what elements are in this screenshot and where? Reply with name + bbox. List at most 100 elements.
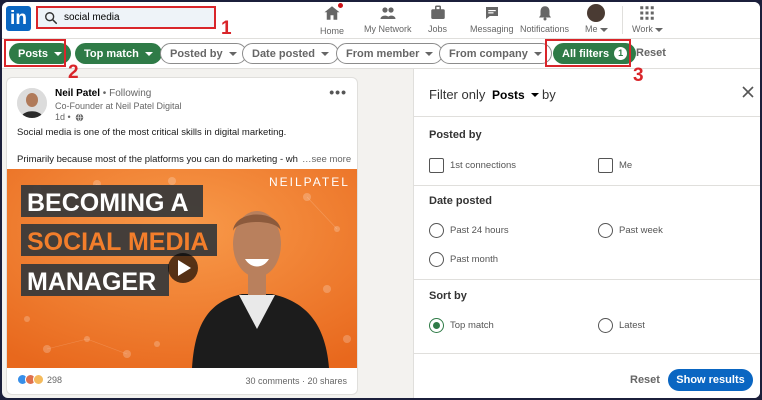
reactions-summary[interactable]: 298 — [17, 374, 62, 385]
thumbnail-artwork: NEILPATEL BECOMING A SOCIAL MEDIA MANAGE… — [7, 169, 357, 368]
section-posted-by-title: Posted by — [429, 129, 482, 141]
nav-notifications-label: Notifications — [520, 24, 570, 34]
thumbnail-line-1: BECOMING A — [27, 189, 189, 217]
author-avatar[interactable] — [17, 88, 47, 118]
messaging-icon — [485, 7, 498, 19]
nav-home-label: Home — [320, 26, 345, 36]
grid-icon — [640, 6, 655, 20]
chevron-down-icon — [425, 51, 434, 56]
panel-by-label: by — [542, 87, 556, 102]
section-divider — [414, 279, 760, 280]
post-timestamp: 1d • — [55, 112, 84, 122]
nav-my-network[interactable]: My Network — [364, 4, 412, 36]
section-sort-by-title: Sort by — [429, 290, 467, 302]
panel-filter-only-label: Filter only — [429, 87, 486, 102]
panel-reset-button[interactable]: Reset — [630, 374, 660, 386]
nav-me[interactable]: Me — [585, 4, 608, 36]
feed-post: Neil Patel • Following Co-Founder at Nei… — [6, 77, 358, 395]
post-more-options-icon[interactable]: ••• — [329, 84, 347, 100]
chevron-down-icon — [530, 93, 539, 97]
radio-latest[interactable] — [598, 318, 613, 333]
feed-gutter — [362, 77, 412, 395]
post-time-label: 1d • — [55, 112, 71, 122]
option-past-month-label: Past month — [450, 254, 499, 265]
home-notification-dot — [337, 2, 344, 9]
show-results-button[interactable]: Show results — [668, 369, 753, 391]
radio-past-week[interactable] — [598, 223, 613, 238]
thumbnail-line-2: SOCIAL MEDIA — [27, 228, 209, 256]
author-photo — [17, 88, 47, 118]
insightful-reaction-icon — [33, 374, 44, 385]
briefcase-icon — [430, 5, 445, 19]
nav-home[interactable]: Home — [320, 2, 345, 36]
annotation-number-3: 3 — [633, 65, 644, 86]
nav-jobs[interactable]: Jobs — [428, 4, 447, 36]
author-headline: Co-Founder at Neil Patel Digital — [55, 101, 182, 111]
option-me[interactable]: Me — [598, 158, 632, 173]
author-name[interactable]: Neil Patel — [55, 88, 100, 99]
linkedin-logo[interactable]: in — [6, 6, 31, 31]
filter-posted-by-label: Posted by — [170, 47, 223, 60]
option-latest[interactable]: Latest — [598, 318, 645, 333]
search-input[interactable] — [64, 12, 204, 23]
nav-work-wrap: Work — [632, 24, 663, 34]
nav-jobs-label: Jobs — [428, 24, 448, 34]
nav-work-label: Work — [632, 24, 653, 34]
thumbnail-line-3: MANAGER — [27, 268, 156, 296]
nav-me-wrap: Me — [585, 24, 608, 34]
option-past-week-label: Past week — [619, 225, 663, 236]
annotation-number-2: 2 — [68, 62, 79, 83]
option-latest-label: Latest — [619, 320, 645, 331]
option-past-24-hours[interactable]: Past 24 hours — [429, 223, 509, 238]
close-icon[interactable] — [741, 85, 755, 99]
radio-past-month[interactable] — [429, 252, 444, 267]
globe-icon — [75, 113, 83, 122]
checkbox-me[interactable] — [598, 158, 613, 173]
filter-from-company-label: From company — [449, 47, 528, 60]
chevron-down-icon — [320, 51, 329, 56]
reset-filters-link[interactable]: Reset — [636, 47, 666, 59]
post-text-line-2: Primarily because most of the platforms … — [17, 154, 298, 165]
filter-date-posted-label: Date posted — [252, 47, 315, 60]
option-1st-connections[interactable]: 1st connections — [429, 158, 516, 173]
filter-from-member[interactable]: From member — [336, 43, 444, 64]
nav-notifications[interactable]: Notifications — [520, 4, 569, 36]
panel-content-type-select[interactable]: Posts — [492, 88, 539, 102]
post-text-line-1: Social media is one of the most critical… — [17, 127, 287, 138]
option-past-week[interactable]: Past week — [598, 223, 663, 238]
search-icon — [45, 11, 58, 24]
filter-from-company[interactable]: From company — [439, 43, 552, 64]
top-navigation: in Home My Network Jobs Messaging — [2, 2, 760, 39]
section-date-posted-title: Date posted — [429, 195, 492, 207]
option-1st-connections-label: 1st connections — [450, 160, 517, 171]
radio-past-24-hours[interactable] — [429, 223, 444, 238]
search-box[interactable] — [36, 6, 216, 29]
avatar — [587, 4, 606, 22]
my-network-icon — [380, 7, 396, 19]
filter-posted-by[interactable]: Posted by — [160, 43, 247, 64]
filter-date-posted[interactable]: Date posted — [242, 43, 339, 64]
app-window: in Home My Network Jobs Messaging — [2, 2, 760, 398]
chevron-down-icon — [533, 51, 542, 56]
filter-top-match-label: Top match — [84, 47, 139, 60]
option-top-match-label: Top match — [450, 320, 494, 331]
play-icon[interactable] — [168, 253, 198, 283]
following-status: • Following — [100, 88, 152, 99]
see-more-link[interactable]: …see more — [302, 154, 351, 165]
panel-header: Filter only Posts by — [414, 69, 760, 117]
option-past-month[interactable]: Past month — [429, 252, 498, 267]
section-divider — [414, 185, 760, 186]
chevron-down-icon — [228, 51, 237, 56]
author-name-line: Neil Patel • Following — [55, 88, 151, 99]
post-video-thumbnail[interactable]: NEILPATEL BECOMING A SOCIAL MEDIA MANAGE… — [7, 169, 357, 368]
post-comment-share-stats[interactable]: 30 comments · 20 shares — [245, 376, 347, 386]
option-me-label: Me — [619, 160, 633, 171]
option-past-24-hours-label: Past 24 hours — [450, 225, 509, 236]
nav-messaging[interactable]: Messaging — [470, 4, 514, 36]
nav-work[interactable]: Work — [632, 4, 663, 36]
checkbox-1st-connections[interactable] — [429, 158, 444, 173]
option-top-match[interactable]: Top match — [429, 318, 494, 333]
radio-top-match[interactable] — [429, 318, 444, 333]
filter-top-match[interactable]: Top match — [75, 43, 162, 64]
annotation-box-all-filters — [545, 39, 631, 67]
